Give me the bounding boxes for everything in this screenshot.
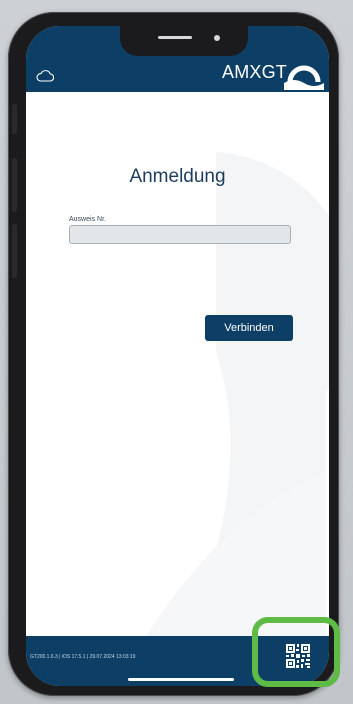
screenshot-stage: AMXGT Anmeldung Ausweis Nr. Verbinden GT… <box>0 0 353 704</box>
front-camera <box>214 35 220 41</box>
speaker-grille <box>158 36 192 39</box>
cloud-icon[interactable] <box>36 70 54 82</box>
app-header: AMXGT <box>26 26 329 92</box>
device-notch <box>120 26 248 56</box>
amxgt-logo-icon <box>284 65 324 90</box>
volume-up-button <box>12 158 17 212</box>
id-number-input[interactable] <box>69 225 291 244</box>
brand-name: AMXGT <box>222 62 288 82</box>
app-screen: AMXGT Anmeldung Ausweis Nr. Verbinden GT… <box>26 26 329 686</box>
page-title: Anmeldung <box>129 166 226 187</box>
qr-code-icon[interactable] <box>286 644 310 668</box>
phone-frame: AMXGT Anmeldung Ausweis Nr. Verbinden GT… <box>8 12 339 696</box>
mute-switch <box>12 104 17 134</box>
home-indicator <box>128 678 234 681</box>
connect-button[interactable]: Verbinden <box>205 315 293 341</box>
version-info: GT200.1.6.3 | iOS 17.5.1 | 29.07.2024 13… <box>30 654 136 660</box>
id-number-label: Ausweis Nr. <box>69 216 106 223</box>
volume-down-button <box>12 224 17 278</box>
